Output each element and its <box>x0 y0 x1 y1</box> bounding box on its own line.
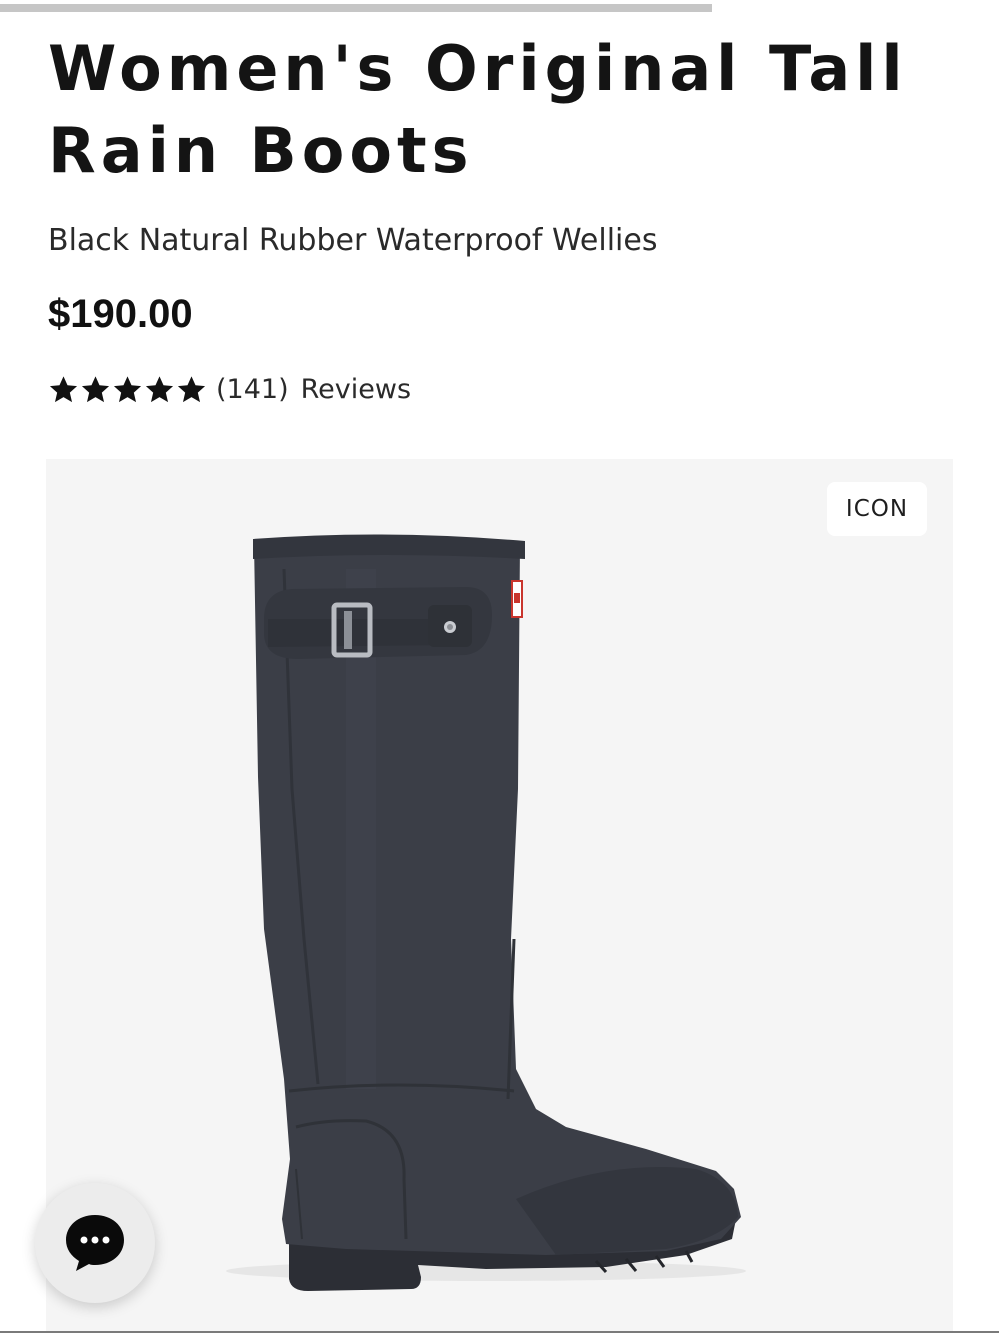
star-icon <box>48 374 80 405</box>
chat-bubble-icon <box>66 1215 124 1271</box>
star-rating <box>48 374 208 405</box>
icon-badge: ICON <box>827 482 927 536</box>
rating-summary[interactable]: (141) Reviews <box>48 368 411 410</box>
product-price: $190.00 <box>48 292 193 336</box>
star-icon <box>176 374 208 405</box>
product-title: Women's Original Tall Rain Boots <box>48 32 908 187</box>
review-count: (141) <box>216 373 289 405</box>
star-icon <box>144 374 176 405</box>
product-image[interactable]: ICON <box>46 459 953 1333</box>
rain-boot-image <box>226 534 746 1291</box>
star-icon <box>112 374 144 405</box>
reviews-link[interactable]: Reviews <box>301 374 411 405</box>
chat-button[interactable] <box>35 1183 155 1303</box>
product-subtitle: Black Natural Rubber Waterproof Wellies <box>48 223 658 258</box>
page-progress-bar <box>0 4 712 12</box>
star-icon <box>80 374 112 405</box>
